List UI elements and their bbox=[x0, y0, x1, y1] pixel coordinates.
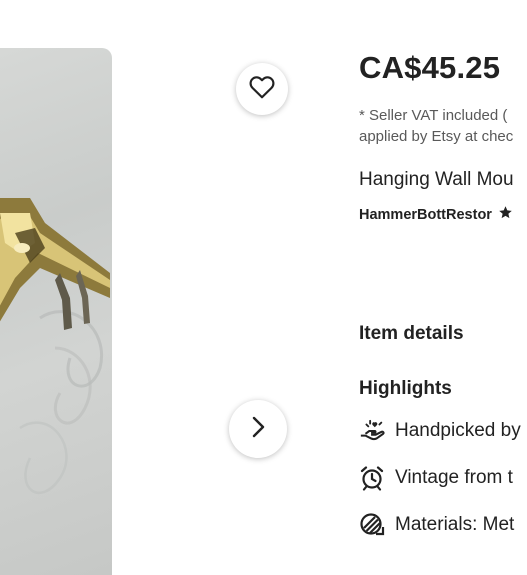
heart-icon bbox=[249, 75, 275, 104]
shop-name: HammerBottRestor bbox=[359, 206, 492, 223]
star-icon bbox=[498, 205, 513, 224]
price: CA$45.25 bbox=[359, 50, 501, 85]
alarm-clock-icon bbox=[359, 465, 385, 491]
vat-notice-line-2: applied by Etsy at chec bbox=[359, 128, 514, 145]
item-details-heading[interactable]: Item details bbox=[359, 323, 464, 345]
listing-page: CA$45.25 * Seller VAT included ( applied… bbox=[0, 0, 527, 575]
vat-notice-line-1: * Seller VAT included ( bbox=[359, 107, 508, 124]
hand-heart-icon bbox=[359, 418, 385, 444]
highlight-text: Vintage from t bbox=[395, 467, 513, 488]
shop-link[interactable]: HammerBottRestor bbox=[359, 205, 513, 224]
favorite-button[interactable] bbox=[236, 63, 288, 115]
chevron-right-icon bbox=[247, 415, 269, 444]
highlight-materials: Materials: Met bbox=[359, 512, 514, 538]
next-image-button[interactable] bbox=[229, 400, 287, 458]
product-photo-graphic bbox=[0, 198, 110, 495]
materials-icon bbox=[359, 512, 385, 538]
highlight-text: Handpicked by bbox=[395, 420, 521, 441]
highlight-handpicked: Handpicked by bbox=[359, 418, 521, 444]
highlight-vintage: Vintage from t bbox=[359, 465, 513, 491]
product-title: Hanging Wall Mou bbox=[359, 169, 514, 190]
vat-notice: * Seller VAT included ( applied by Etsy … bbox=[359, 105, 527, 147]
product-image[interactable] bbox=[0, 48, 112, 575]
highlights-heading: Highlights bbox=[359, 378, 452, 399]
highlight-text: Materials: Met bbox=[395, 514, 515, 535]
